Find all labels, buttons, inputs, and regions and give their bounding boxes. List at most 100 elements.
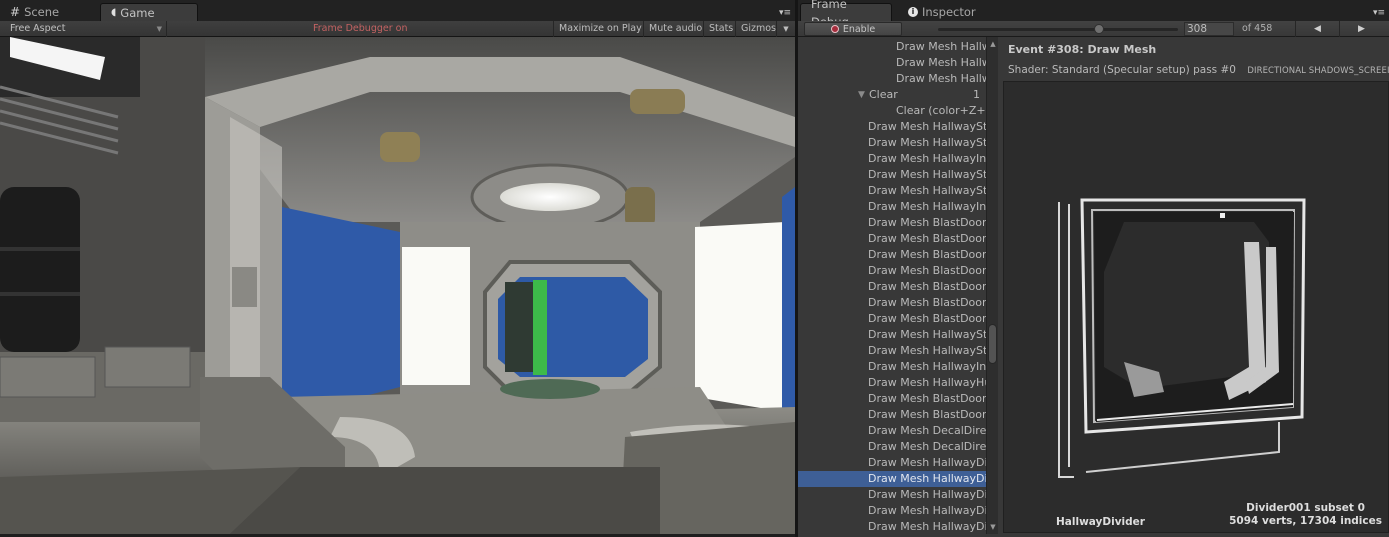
- event-row[interactable]: Draw Mesh HallwayStr: [798, 183, 986, 199]
- event-row[interactable]: Draw Mesh HallwayStr: [798, 135, 986, 151]
- event-label: Draw Mesh DecalDirec: [868, 424, 986, 437]
- event-row[interactable]: Draw Mesh HallwayInt: [798, 151, 986, 167]
- event-row[interactable]: Draw Mesh BlastDoorl: [798, 407, 986, 423]
- current-event-field[interactable]: 308: [1184, 22, 1234, 36]
- mesh-stats: 5094 verts, 17304 indices: [1229, 515, 1382, 527]
- enable-label: Enable: [842, 23, 876, 35]
- scroll-down-icon[interactable]: ▼: [987, 522, 999, 532]
- mute-audio-toggle[interactable]: Mute audio: [643, 21, 707, 37]
- event-row[interactable]: Draw Mesh BlastDoorl: [798, 279, 986, 295]
- event-row[interactable]: Draw Mesh HallwayHu: [798, 375, 986, 391]
- chevron-down-icon: ▼: [156, 25, 162, 33]
- event-title: Event #308: Draw Mesh: [1008, 43, 1157, 56]
- event-group-row[interactable]: ▼ Clear 1: [798, 87, 986, 103]
- frame-debug-panel: Frame Debug i Inspector ▾≡ Enable 308 of…: [798, 0, 1389, 537]
- mesh-wireframe: [1058, 198, 1306, 478]
- game-panel: # Scene ◖ Game ▾≡ Free Aspect ▼ Frame De…: [0, 0, 795, 537]
- game-viewport[interactable]: [0, 37, 795, 534]
- event-label: Draw Mesh HallwayDiv: [868, 504, 986, 517]
- event-list[interactable]: Draw Mesh Hallw Draw Mesh Hallw Draw Mesh …: [798, 37, 986, 537]
- panel-menu-icon[interactable]: ▾≡: [779, 8, 793, 18]
- event-label: Draw Mesh HallwayStr: [868, 328, 986, 341]
- event-label: Clear (color+Z+ste: [896, 104, 986, 117]
- event-list-scrollbar[interactable]: ▲ ▼: [986, 37, 998, 534]
- mesh-name: HallwayDivider: [1056, 516, 1145, 528]
- scrollbar-thumb[interactable]: [988, 324, 997, 364]
- event-row[interactable]: Draw Mesh Hallw: [798, 39, 986, 55]
- event-row[interactable]: Draw Mesh HallwayStr: [798, 119, 986, 135]
- event-row[interactable]: Draw Mesh HallwayDiv: [798, 487, 986, 503]
- event-label: Draw Mesh BlastDoorl: [868, 392, 986, 405]
- event-label: Draw Mesh HallwayInt: [868, 152, 986, 165]
- panel-menu-icon[interactable]: ▾≡: [1373, 8, 1387, 18]
- event-slider[interactable]: [938, 24, 1178, 34]
- event-row[interactable]: Draw Mesh Hallw: [798, 71, 986, 87]
- event-row[interactable]: Draw Mesh BlastDoorl: [798, 247, 986, 263]
- right-tab-bar: Frame Debug i Inspector ▾≡: [798, 0, 1389, 29]
- event-row[interactable]: Draw Mesh HallwayInt: [798, 199, 986, 215]
- event-row[interactable]: Draw Mesh HallwayDiv: [798, 519, 986, 535]
- event-row[interactable]: Draw Mesh HallwayStr: [798, 167, 986, 183]
- stats-toggle[interactable]: Stats: [703, 21, 738, 37]
- mesh-subset: Divider001 subset 0: [1246, 502, 1365, 514]
- event-row[interactable]: Draw Mesh DecalDirec: [798, 423, 986, 439]
- event-label: Draw Mesh Hallw: [896, 72, 986, 85]
- shader-label: Shader: Standard (Specular setup) pass #…: [1008, 64, 1236, 76]
- event-label: Draw Mesh HallwayHu: [868, 376, 986, 389]
- event-label: Draw Mesh HallwayDiv: [868, 472, 986, 485]
- event-label: Draw Mesh Hallw: [896, 40, 986, 53]
- event-total-label: of 458: [1242, 23, 1273, 34]
- expand-triangle-icon[interactable]: ▼: [858, 87, 865, 103]
- event-label: Draw Mesh DecalDirec: [868, 440, 986, 453]
- event-row[interactable]: Draw Mesh BlastDoorl: [798, 215, 986, 231]
- tab-inspector[interactable]: i Inspector: [898, 3, 986, 21]
- event-label: Draw Mesh HallwayInt: [868, 200, 986, 213]
- event-label: Draw Mesh HallwayDiv: [868, 520, 986, 533]
- gizmos-dropdown-icon[interactable]: ▼: [776, 21, 795, 37]
- aspect-dropdown[interactable]: Free Aspect ▼: [0, 21, 167, 37]
- shader-keywords: DIRECTIONAL SHADOWS_SCREEI: [1247, 66, 1389, 76]
- enable-button[interactable]: Enable: [804, 22, 902, 36]
- event-row[interactable]: Draw Mesh Hallw: [798, 55, 986, 71]
- mesh-preview[interactable]: HallwayDivider Divider001 subset 0 5094 …: [1003, 81, 1389, 533]
- gizmos-toggle[interactable]: Gizmos: [735, 21, 781, 37]
- event-label: Draw Mesh Hallw: [896, 56, 986, 69]
- triangle-right-icon: ▶: [1358, 24, 1365, 34]
- event-label: Draw Mesh HallwayStr: [868, 344, 986, 357]
- event-label: Draw Mesh HallwayDiv: [868, 488, 986, 501]
- info-icon: i: [908, 7, 918, 17]
- event-row[interactable]: Draw Mesh HallwayStr: [798, 327, 986, 343]
- previous-event-button[interactable]: ◀: [1295, 21, 1339, 37]
- grid-icon: #: [10, 5, 21, 19]
- event-row[interactable]: Draw Mesh HallwayDiv: [798, 455, 986, 471]
- event-row[interactable]: Draw Mesh BlastDoorl: [798, 295, 986, 311]
- shader-info: Shader: Standard (Specular setup) pass #…: [1008, 64, 1389, 76]
- event-row[interactable]: Draw Mesh BlastDoorl: [798, 311, 986, 327]
- event-label: Draw Mesh BlastDoorl: [868, 264, 986, 277]
- tab-game-label: Game: [120, 5, 155, 20]
- event-row[interactable]: Draw Mesh BlastDoorl: [798, 391, 986, 407]
- scroll-up-icon[interactable]: ▲: [987, 39, 999, 49]
- event-label: Draw Mesh BlastDoorl: [868, 280, 986, 293]
- tab-game[interactable]: ◖ Game: [100, 3, 198, 21]
- triangle-left-icon: ◀: [1314, 24, 1321, 34]
- maximize-on-play-toggle[interactable]: Maximize on Play: [553, 21, 647, 37]
- event-row[interactable]: Draw Mesh HallwayInt: [798, 359, 986, 375]
- event-row[interactable]: Draw Mesh HallwayDiv: [798, 503, 986, 519]
- tab-frame-debug[interactable]: Frame Debug: [800, 0, 892, 29]
- event-row[interactable]: Draw Mesh BlastDoorl: [798, 231, 986, 247]
- event-label: Draw Mesh HallwayStr: [868, 184, 986, 197]
- event-slider-thumb[interactable]: [1094, 24, 1105, 34]
- event-row[interactable]: Draw Mesh DecalDirec: [798, 439, 986, 455]
- event-label: Draw Mesh HallwayStr: [868, 168, 986, 181]
- event-row[interactable]: Draw Mesh HallwayDiv: [798, 471, 986, 487]
- event-row[interactable]: Draw Mesh BlastDoorl: [798, 263, 986, 279]
- tab-scene-label: Scene: [24, 5, 60, 19]
- tab-scene[interactable]: # Scene: [0, 3, 69, 21]
- event-row[interactable]: Clear (color+Z+ste: [798, 103, 986, 119]
- event-detail: Event #308: Draw Mesh Shader: Standard (…: [999, 37, 1389, 537]
- event-label: Draw Mesh HallwayInt: [868, 360, 986, 373]
- frame-debugger-status: Frame Debugger on: [313, 23, 408, 34]
- event-row[interactable]: Draw Mesh HallwayStr: [798, 343, 986, 359]
- next-event-button[interactable]: ▶: [1339, 21, 1383, 37]
